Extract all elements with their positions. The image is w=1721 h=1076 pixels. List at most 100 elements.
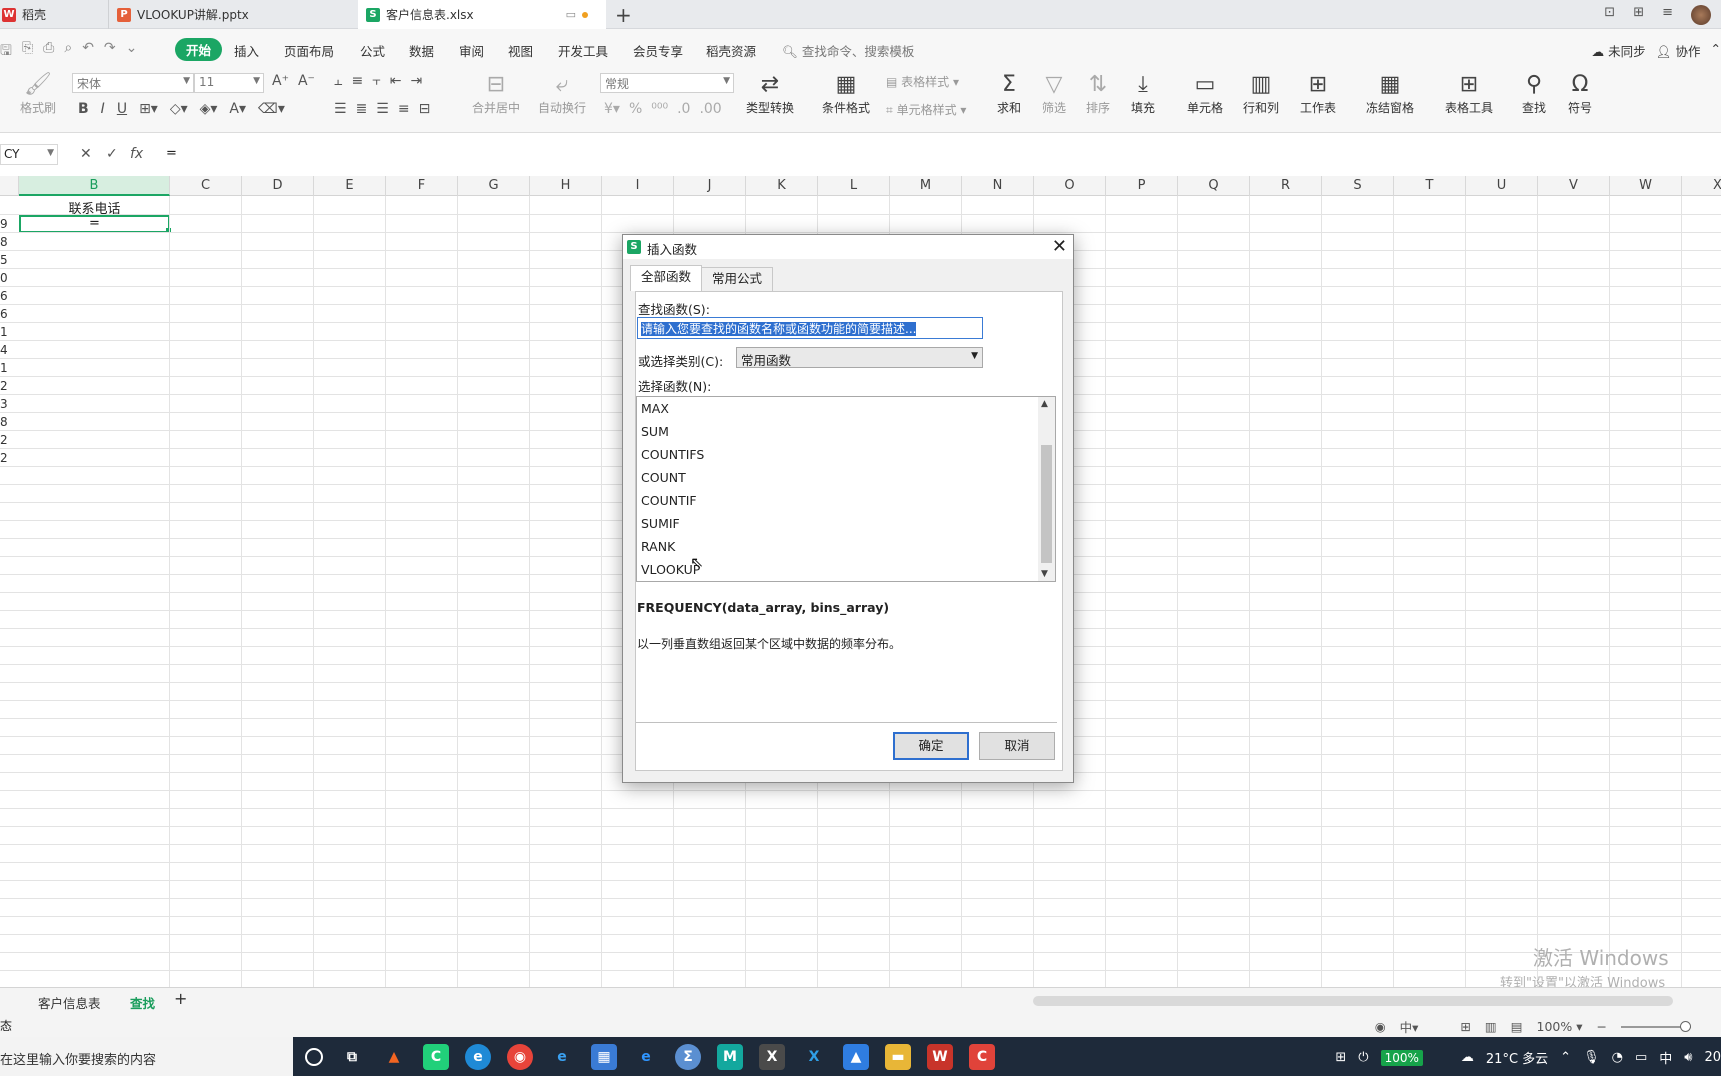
column-header-r[interactable]: R <box>1250 176 1322 196</box>
column-header-e[interactable]: E <box>314 176 386 196</box>
file-explorer-icon[interactable]: ▬ <box>885 1044 911 1070</box>
column-header-w[interactable]: W <box>1610 176 1682 196</box>
function-item-count[interactable]: COUNT <box>637 466 1055 489</box>
list-scrollbar[interactable]: ▲ ▼ <box>1038 397 1055 581</box>
fill-button[interactable]: ⤓ 填充 <box>1119 71 1167 116</box>
command-search[interactable]: 🔍︎ 查找命令、搜索模板 <box>782 41 914 60</box>
filter-button[interactable]: ▽ 筛选 <box>1030 71 1078 116</box>
row-header[interactable]: 1 <box>0 323 12 341</box>
matlab-icon[interactable]: ▲ <box>381 1044 407 1070</box>
column-header-f[interactable]: F <box>386 176 458 196</box>
menu-data[interactable]: 数据 <box>409 41 434 60</box>
border-icon[interactable]: ⊞▾ <box>139 101 158 117</box>
column-header-u[interactable]: U <box>1466 176 1538 196</box>
store-icon[interactable]: ▦ <box>591 1044 617 1070</box>
indent-decrease-icon[interactable]: ⇤ <box>390 73 402 89</box>
freeze-panes-button[interactable]: ▦ 冻结窗格 <box>1360 71 1420 116</box>
font-family-select[interactable]: 宋体 ▼ <box>72 73 194 93</box>
table-tools-button[interactable]: ⊞ 表格工具 <box>1438 71 1500 116</box>
sort-button[interactable]: ⇅ 排序 <box>1074 71 1122 116</box>
taskbar-search[interactable]: 在这里输入你要搜索的内容 <box>0 1037 293 1076</box>
mic-icon[interactable]: 🎙︎ <box>1583 1050 1600 1065</box>
weather-text[interactable]: 21°C 多云 <box>1486 1048 1548 1067</box>
worksheet-button[interactable]: ⊞ 工作表 <box>1292 71 1344 116</box>
column-header-l[interactable]: L <box>818 176 890 196</box>
category-select[interactable]: 常用函数 ▼ <box>736 347 983 368</box>
wps-office-icon[interactable]: W <box>927 1044 953 1070</box>
undo-icon[interactable]: ↶ <box>82 40 94 64</box>
cell-style-button[interactable]: ⌗ 单元格样式 ▾ <box>886 101 966 118</box>
column-header-h[interactable]: H <box>530 176 602 196</box>
align-center-icon[interactable]: ≣ <box>356 101 368 117</box>
x-app-icon[interactable]: X <box>759 1044 785 1070</box>
menu-icon[interactable]: ≡ <box>1662 5 1673 25</box>
edge-icon[interactable]: e <box>465 1044 491 1070</box>
add-sheet-button[interactable]: + <box>174 989 187 1008</box>
align-top-icon[interactable]: ⫠ <box>334 73 342 89</box>
task-view-icon[interactable]: ⧉ <box>339 1044 365 1070</box>
function-item-sumif[interactable]: SUMIF <box>637 512 1055 535</box>
fill-style-icon[interactable]: ◇▾ <box>170 101 188 117</box>
symbol-button[interactable]: Ω 符号 <box>1556 71 1604 116</box>
ie-icon[interactable]: e <box>549 1044 575 1070</box>
row-header[interactable]: 1 <box>0 359 12 377</box>
underline-icon[interactable]: U <box>117 101 127 117</box>
decimal-decrease-icon[interactable]: .00 <box>699 101 721 117</box>
new-tab-button[interactable]: + <box>615 3 632 27</box>
chevron-down-icon[interactable]: ⌄ <box>126 40 138 64</box>
table-style-button[interactable]: ▤ 表格样式 ▾ <box>886 73 959 90</box>
page-layout-icon[interactable]: ▥ <box>1485 1019 1497 1034</box>
ime-mode[interactable]: 中 <box>1659 1048 1672 1067</box>
row-header[interactable]: 0 <box>0 269 12 287</box>
eye-protection-icon[interactable]: ◉ <box>1375 1019 1386 1034</box>
cancel-button[interactable]: 取消 <box>979 732 1055 760</box>
ime-grid-icon[interactable]: ⊞ <box>1335 1050 1346 1065</box>
column-header-t[interactable]: T <box>1394 176 1466 196</box>
align-right-icon[interactable]: ☰ <box>376 101 389 117</box>
fill-color-icon[interactable]: ◈▾ <box>200 101 218 117</box>
export-icon[interactable]: ⎘ <box>22 40 33 64</box>
row-header[interactable]: 8 <box>0 413 12 431</box>
font-grow-icon[interactable]: A⁺ <box>272 73 289 89</box>
row-header[interactable]: 2 <box>0 377 12 395</box>
currency-icon[interactable]: ¥▾ <box>604 101 620 117</box>
function-item-sum[interactable]: SUM <box>637 420 1055 443</box>
row-header[interactable]: 5 <box>0 251 12 269</box>
zoom-knob[interactable] <box>1680 1020 1691 1032</box>
conditional-format-button[interactable]: ▦ 条件格式 <box>816 71 876 116</box>
column-header-d[interactable]: D <box>242 176 314 196</box>
select-all-corner[interactable] <box>0 176 19 196</box>
column-header-g[interactable]: G <box>458 176 530 196</box>
collapse-ribbon-icon[interactable]: ⌃ <box>1711 41 1721 60</box>
xcode-icon[interactable]: X <box>801 1044 827 1070</box>
sheet-tab-customers[interactable]: 客户信息表 <box>38 993 101 1012</box>
decimal-increase-icon[interactable]: .0 <box>677 101 690 117</box>
zoom-select[interactable]: 100% ▾ <box>1537 1019 1583 1034</box>
column-header-n[interactable]: N <box>962 176 1034 196</box>
name-box[interactable]: CY ▼ <box>0 144 58 165</box>
tab-customer-xlsx[interactable]: S 客户信息表.xlsx ▭ <box>358 0 606 29</box>
row-header[interactable]: 6 <box>0 287 12 305</box>
browser-icon[interactable]: e <box>633 1044 659 1070</box>
column-header-v[interactable]: V <box>1538 176 1610 196</box>
device-icon[interactable]: ▭ <box>566 8 576 21</box>
percent-icon[interactable]: % <box>629 101 642 117</box>
pycharm-icon[interactable]: C <box>423 1044 449 1070</box>
network-icon[interactable]: ◔ <box>1612 1050 1623 1065</box>
redo-icon[interactable]: ↷ <box>104 40 116 64</box>
font-size-select[interactable]: 11 ▼ <box>194 73 264 93</box>
tab-daoke[interactable]: W 稻壳 <box>0 0 102 29</box>
wrap-text-button[interactable]: ⤶ 自动换行 <box>532 71 592 116</box>
fx-icon[interactable]: fx <box>130 146 143 162</box>
row-header[interactable]: 3 <box>0 395 12 413</box>
row-header[interactable]: 2 <box>0 449 12 467</box>
thousands-icon[interactable]: ⁰⁰⁰ <box>651 101 668 117</box>
column-header-k[interactable]: K <box>746 176 818 196</box>
zoom-slider[interactable] <box>1621 1020 1691 1032</box>
close-icon[interactable]: ✕ <box>1052 236 1067 257</box>
italic-icon[interactable]: I <box>101 101 105 117</box>
chrome-icon[interactable]: ◉ <box>507 1044 533 1070</box>
tab-common-formulas[interactable]: 常用公式 <box>701 267 774 291</box>
distribute-icon[interactable]: ⊟ <box>419 101 431 117</box>
column-header-x[interactable]: X <box>1682 176 1721 196</box>
